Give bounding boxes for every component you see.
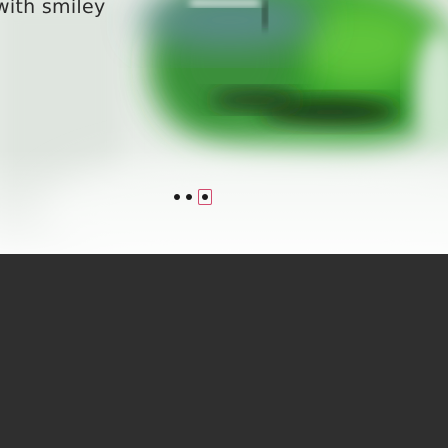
carousel-dot-3	[202, 194, 208, 200]
blurred-photo	[0, 0, 448, 254]
carousel-dot-2[interactable]	[186, 194, 192, 200]
hero-image: with smiley	[0, 0, 448, 254]
carousel-dot-1[interactable]	[174, 194, 180, 200]
carousel-dot-3-focused[interactable]	[198, 189, 212, 205]
hero-caption: with smiley	[0, 0, 106, 18]
carousel-pager	[174, 186, 212, 208]
page: with smiley	[0, 0, 448, 448]
